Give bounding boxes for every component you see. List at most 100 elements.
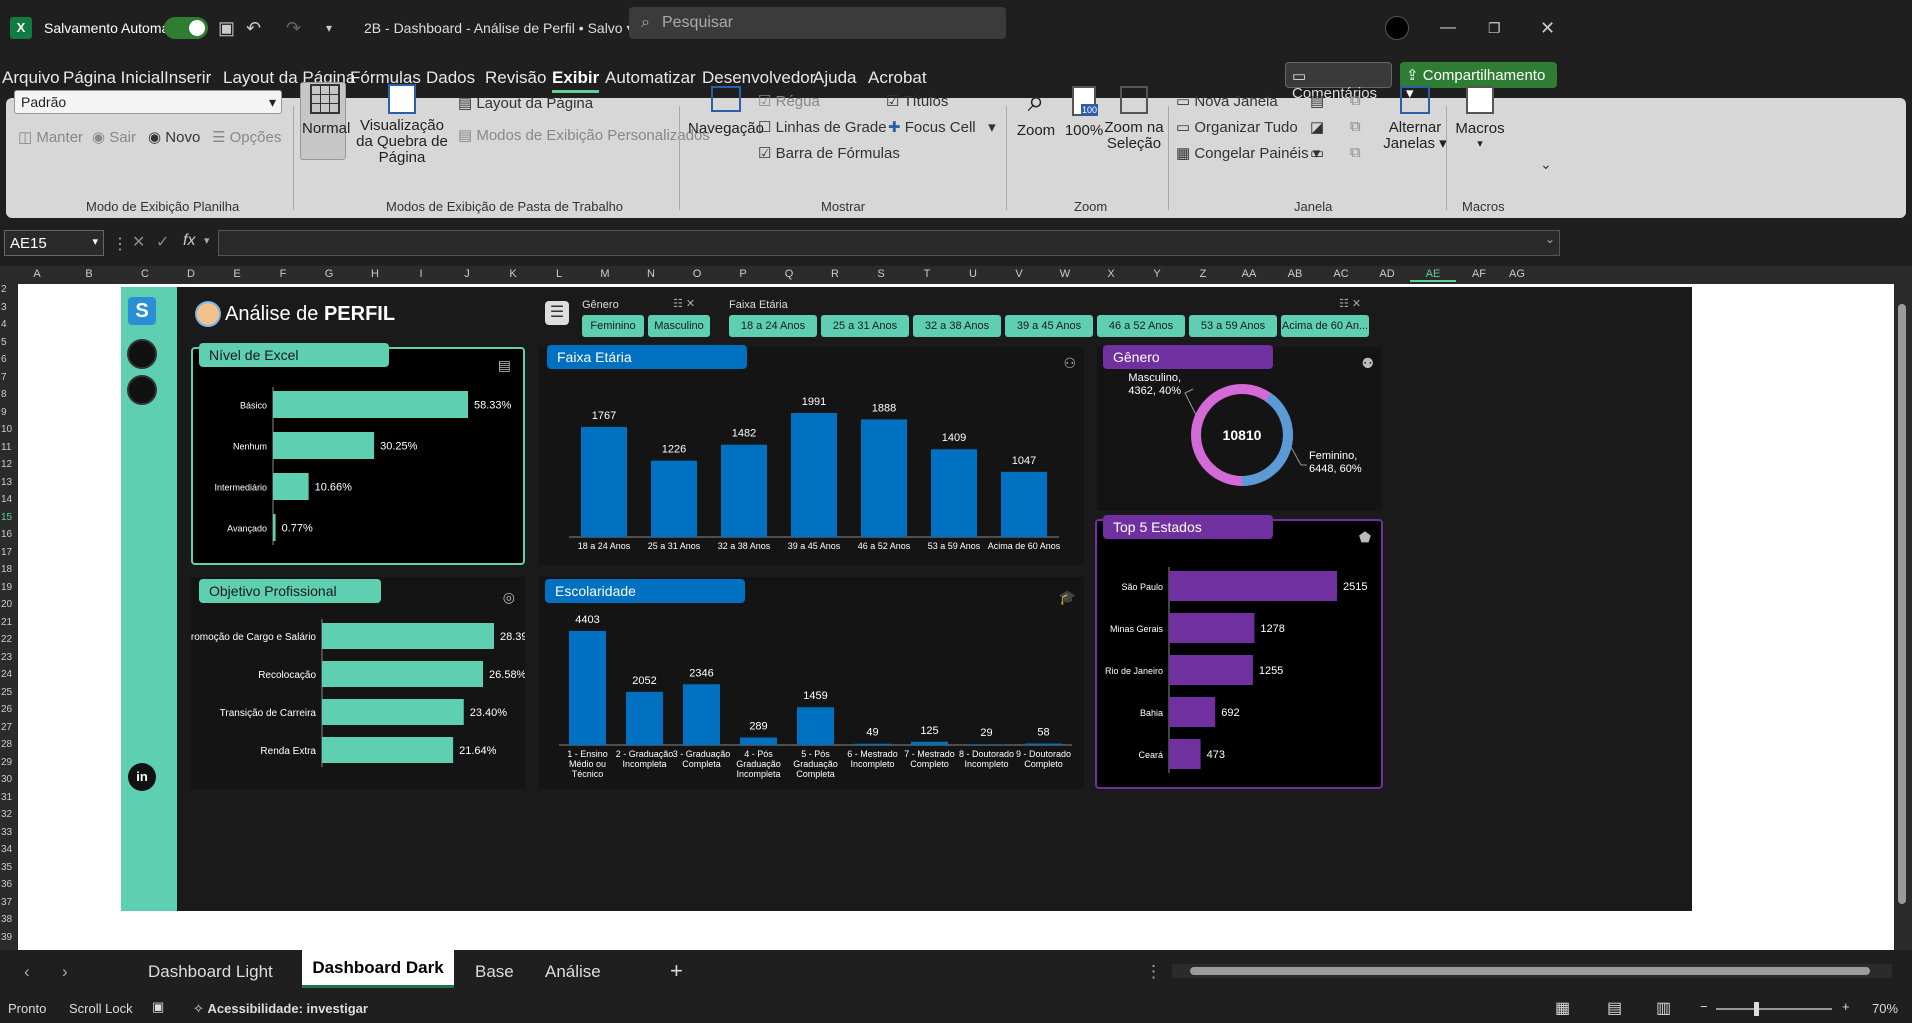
row-header-7[interactable]: 7 bbox=[1, 372, 7, 389]
row-header-4[interactable]: 4 bbox=[1, 319, 7, 336]
macro-record-icon[interactable]: ▣ bbox=[152, 999, 164, 1015]
tab-dashboard-light[interactable]: Dashboard Light bbox=[148, 962, 273, 982]
insert-function-button[interactable]: fx bbox=[183, 232, 195, 250]
next-sheet-icon[interactable]: › bbox=[62, 962, 68, 982]
column-header-ae[interactable]: AE bbox=[1410, 268, 1456, 282]
row-header-2[interactable]: 2 bbox=[1, 284, 7, 301]
row-header-34[interactable]: 34 bbox=[1, 844, 12, 861]
accessibility-status[interactable]: ✧ Acessibilidade: investigar bbox=[193, 1001, 368, 1017]
sheet-view-dropdown[interactable]: Padrão ▾ bbox=[14, 90, 282, 114]
zoom-button[interactable]: ⌕ Zoom bbox=[1016, 86, 1056, 140]
row-header-21[interactable]: 21 bbox=[1, 617, 12, 634]
column-header-ac[interactable]: AC bbox=[1318, 268, 1364, 280]
menu-acrobat[interactable]: Acrobat bbox=[868, 68, 927, 88]
add-sheet-icon[interactable]: + bbox=[670, 958, 683, 984]
column-header-t[interactable]: T bbox=[904, 268, 950, 280]
menu-revisao[interactable]: Revisão bbox=[485, 68, 546, 88]
collapse-ribbon-icon[interactable]: ⌄ bbox=[1540, 156, 1552, 173]
opcoes-button[interactable]: ☰ Opções bbox=[212, 128, 281, 146]
restore-icon[interactable]: ❐ bbox=[1488, 0, 1501, 56]
page-break-view-icon[interactable]: ▥ bbox=[1656, 998, 1671, 1018]
comments-button[interactable]: ▭ Comentários bbox=[1285, 62, 1392, 102]
row-header-39[interactable]: 39 bbox=[1, 932, 12, 949]
share-button[interactable]: ⇪ Compartilhamento ▾ bbox=[1400, 62, 1557, 102]
split-icon[interactable]: ▤ bbox=[1310, 92, 1324, 110]
fx-dropdown-icon[interactable]: ▾ bbox=[204, 234, 210, 247]
row-header-9[interactable]: 9 bbox=[1, 407, 7, 424]
tab-dashboard-dark[interactable]: Dashboard Dark bbox=[302, 950, 454, 988]
sair-button[interactable]: ◉ Sair bbox=[92, 128, 136, 146]
row-header-8[interactable]: 8 bbox=[1, 389, 7, 406]
filter-icon[interactable]: ☰ bbox=[545, 301, 569, 325]
prev-sheet-icon[interactable]: ‹ bbox=[24, 962, 30, 982]
more-options-icon[interactable]: ⋮ bbox=[1145, 962, 1162, 982]
page-layout-view-icon[interactable]: ▤ bbox=[1607, 998, 1622, 1018]
linkedin-icon[interactable]: in bbox=[128, 763, 156, 791]
column-header-x[interactable]: X bbox=[1088, 268, 1134, 280]
novo-button[interactable]: ◉ Novo bbox=[148, 128, 200, 146]
document-title[interactable]: 2B - Dashboard - Análise de Perfil • Sal… bbox=[364, 0, 634, 56]
chip-faixa-0[interactable]: 18 a 24 Anos bbox=[729, 315, 817, 337]
close-icon[interactable]: ✕ bbox=[1540, 0, 1555, 56]
row-header-12[interactable]: 12 bbox=[1, 459, 12, 476]
formula-bar-checkbox[interactable]: ☑ Barra de Fórmulas bbox=[758, 144, 900, 162]
undo-icon[interactable]: ↶ bbox=[246, 0, 261, 56]
horizontal-scrollbar[interactable] bbox=[1172, 964, 1892, 978]
navigation-button[interactable]: Navegação bbox=[688, 86, 764, 137]
autosave-toggle[interactable] bbox=[164, 0, 208, 56]
vertical-scrollbar[interactable] bbox=[1894, 284, 1912, 950]
page-layout-button[interactable]: ▤ Layout da Página bbox=[458, 94, 593, 112]
column-header-k[interactable]: K bbox=[490, 268, 536, 280]
column-header-ad[interactable]: AD bbox=[1364, 268, 1410, 280]
column-header-y[interactable]: Y bbox=[1134, 268, 1180, 280]
column-header-u[interactable]: U bbox=[950, 268, 996, 280]
column-header-s[interactable]: S bbox=[858, 268, 904, 280]
column-header-m[interactable]: M bbox=[582, 268, 628, 280]
column-header-o[interactable]: O bbox=[674, 268, 720, 280]
expand-formula-icon[interactable]: ⌄ bbox=[1545, 232, 1555, 246]
database-nav-icon[interactable] bbox=[127, 375, 157, 405]
name-box[interactable]: AE15 ▾ bbox=[4, 230, 104, 256]
hide-icon[interactable]: ◪ bbox=[1310, 118, 1324, 136]
new-window-button[interactable]: ▭ Nova Janela bbox=[1176, 92, 1278, 110]
zoom-slider[interactable] bbox=[1716, 1002, 1832, 1016]
column-header-i[interactable]: I bbox=[398, 268, 444, 280]
reset-position-icon[interactable]: ⧉ bbox=[1350, 144, 1361, 161]
ruler-checkbox[interactable]: ☑ Régua bbox=[758, 92, 820, 110]
row-header-29[interactable]: 29 bbox=[1, 757, 12, 774]
zoom-in-icon[interactable]: + bbox=[1842, 999, 1850, 1014]
zoom-100-button[interactable]: 100 100% bbox=[1064, 86, 1104, 139]
column-header-g[interactable]: G bbox=[306, 268, 352, 280]
menu-automatizar[interactable]: Automatizar bbox=[605, 68, 696, 88]
column-header-a[interactable]: A bbox=[18, 268, 56, 280]
row-header-6[interactable]: 6 bbox=[1, 354, 7, 371]
sync-scroll-icon[interactable]: ⧉ bbox=[1350, 118, 1361, 135]
dashboard-nav-icon[interactable] bbox=[127, 339, 157, 369]
tab-analise[interactable]: Análise bbox=[545, 962, 601, 982]
row-header-30[interactable]: 30 bbox=[1, 774, 12, 791]
row-header-26[interactable]: 26 bbox=[1, 704, 12, 721]
chip-faixa-6[interactable]: Acima de 60 An... bbox=[1281, 315, 1369, 337]
normal-view[interactable]: Normal bbox=[302, 84, 350, 137]
row-header-33[interactable]: 33 bbox=[1, 827, 12, 844]
side-by-side-icon[interactable]: ⧉ bbox=[1350, 92, 1361, 109]
manter-button[interactable]: ◫ Manter bbox=[18, 128, 83, 146]
row-header-22[interactable]: 22 bbox=[1, 634, 12, 651]
formula-input[interactable] bbox=[218, 230, 1560, 256]
age-filter-clear-icon[interactable]: ☷ ✕ bbox=[1339, 297, 1361, 310]
row-header-16[interactable]: 16 bbox=[1, 529, 12, 546]
row-header-20[interactable]: 20 bbox=[1, 599, 12, 616]
row-header-18[interactable]: 18 bbox=[1, 564, 12, 581]
zoom-selection-button[interactable]: Zoom na Seleção bbox=[1104, 86, 1164, 152]
tab-base[interactable]: Base bbox=[475, 962, 514, 982]
zoom-level[interactable]: 70% bbox=[1872, 1001, 1898, 1016]
menu-arquivo[interactable]: Arquivo bbox=[2, 68, 60, 88]
column-header-e[interactable]: E bbox=[214, 268, 260, 280]
row-header-36[interactable]: 36 bbox=[1, 879, 12, 896]
customize-qat-icon[interactable]: ▾ bbox=[326, 0, 332, 56]
switch-windows-button[interactable]: Alternar Janelas ▾ bbox=[1380, 86, 1450, 152]
row-header-32[interactable]: 32 bbox=[1, 809, 12, 826]
row-header-35[interactable]: 35 bbox=[1, 862, 12, 879]
chip-masculino[interactable]: Masculino bbox=[648, 315, 710, 337]
column-header-c[interactable]: C bbox=[122, 268, 168, 280]
